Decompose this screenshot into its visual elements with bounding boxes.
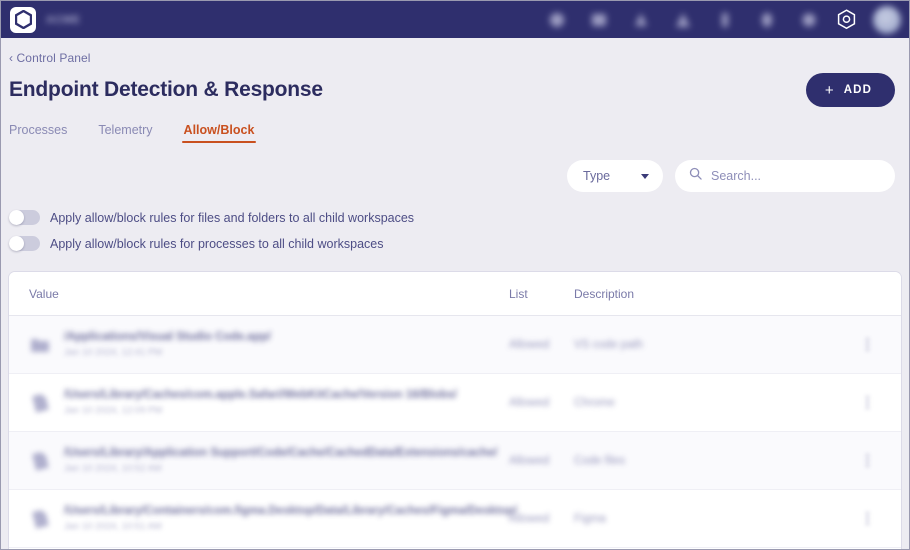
toggle-row-processes: Apply allow/block rules for processes to…	[9, 236, 909, 251]
nav-icon-4[interactable]	[673, 9, 693, 30]
kebab-dots	[865, 396, 869, 409]
cell-list: Allowed	[509, 396, 550, 409]
search-icon	[689, 167, 702, 185]
page-title-row: Endpoint Detection & Response + ADD	[1, 65, 909, 107]
nav-icon-3[interactable]	[631, 9, 651, 30]
cell-value: /Users/Library/Caches/com.apple.Safari/W…	[29, 389, 509, 416]
tab-processes[interactable]: Processes	[9, 123, 67, 143]
kebab-dots	[865, 338, 869, 351]
value-stack: /Applications/Visual Studio Code.app/ Ja…	[64, 331, 271, 358]
tab-telemetry[interactable]: Telemetry	[98, 123, 152, 143]
nav-icon-7[interactable]	[799, 9, 819, 30]
chevron-down-icon	[641, 173, 649, 179]
toggle-knob	[9, 210, 24, 225]
page-title: Endpoint Detection & Response	[9, 78, 323, 101]
kebab-menu-icon[interactable]	[847, 512, 887, 525]
file-icon	[29, 392, 51, 414]
top-nav-icon-group	[547, 9, 819, 30]
search-input[interactable]	[711, 169, 881, 183]
type-filter-dropdown[interactable]: Type	[567, 160, 663, 192]
toggle-files-folders[interactable]	[9, 210, 40, 225]
nav-icon-2[interactable]	[589, 9, 609, 30]
rule-value: /Users/Library/Caches/com.apple.Safari/W…	[64, 389, 457, 401]
kebab-dots	[865, 454, 869, 467]
kebab-menu-icon[interactable]	[847, 454, 887, 467]
column-header-list: List	[509, 286, 528, 301]
nav-icon-6[interactable]	[757, 9, 777, 30]
rule-value: /Users/Library/Application Support/Code/…	[64, 447, 498, 459]
rules-table: Value List Description /Applications/Vis…	[9, 272, 901, 549]
table-row[interactable]: /Users/Library/Containers/com.figma.Desk…	[9, 490, 901, 548]
cell-list: Allowed	[509, 454, 550, 467]
tab-bar: Processes Telemetry Allow/Block	[1, 107, 909, 143]
cell-description: Code files	[574, 454, 626, 467]
kebab-menu-icon[interactable]	[847, 338, 887, 351]
rule-value: /Applications/Visual Studio Code.app/	[64, 331, 271, 343]
rule-timestamp: Jan 10 2024, 10:52 AM	[64, 463, 162, 474]
value-stack: /Users/Library/Caches/com.apple.Safari/W…	[64, 389, 457, 416]
value-stack: /Users/Library/Containers/com.figma.Desk…	[64, 505, 518, 532]
cell-description: Figma	[574, 512, 606, 525]
tab-allow-block[interactable]: Allow/Block	[181, 123, 257, 143]
column-header-value: Value	[29, 286, 59, 301]
cell-value: /Users/Library/Containers/com.figma.Desk…	[29, 505, 518, 532]
add-button-label: ADD	[843, 84, 872, 96]
kebab-dots	[865, 512, 869, 525]
cell-list: Allowed	[509, 338, 550, 351]
file-icon	[29, 508, 51, 530]
kebab-menu-icon[interactable]	[847, 396, 887, 409]
toggle-files-folders-label: Apply allow/block rules for files and fo…	[50, 210, 415, 225]
toggle-processes-label: Apply allow/block rules for processes to…	[50, 236, 384, 251]
rule-value: /Users/Library/Containers/com.figma.Desk…	[64, 505, 518, 517]
application-window: ACME ‹ Control Panel Endpoint Detection …	[0, 0, 910, 550]
nav-icon-5[interactable]	[715, 9, 735, 30]
add-button[interactable]: + ADD	[805, 73, 895, 107]
column-header-description: Description	[574, 286, 635, 301]
table-header-row: Value List Description	[9, 272, 901, 316]
rule-timestamp: Jan 10 2024, 10:51 AM	[64, 521, 162, 532]
value-stack: /Users/Library/Application Support/Code/…	[64, 447, 497, 474]
brand-name: ACME	[46, 13, 81, 26]
table-row[interactable]: /Users/Library/Caches/com.apple.Safari/W…	[9, 374, 901, 432]
table-row[interactable]: /Applications/Visual Studio Code.app/ Ja…	[9, 316, 901, 374]
hexagon-logo-icon[interactable]	[10, 6, 36, 33]
brand-area[interactable]: ACME	[10, 6, 81, 33]
top-navigation-bar: ACME	[1, 1, 909, 38]
cell-list: Allowed	[509, 512, 550, 525]
plus-icon: +	[824, 81, 835, 99]
toggle-processes[interactable]	[9, 236, 40, 251]
search-box[interactable]	[675, 160, 895, 192]
page-content: ‹ Control Panel Endpoint Detection & Res…	[1, 38, 909, 549]
type-filter-label: Type	[583, 169, 611, 183]
cell-value: /Users/Library/Application Support/Code/…	[29, 447, 509, 474]
table-row[interactable]: /Users/Library/Application Support/Code/…	[9, 432, 901, 490]
filter-row: Type	[1, 143, 909, 192]
breadcrumb[interactable]: ‹ Control Panel	[1, 38, 909, 65]
cell-value: /Applications/Visual Studio Code.app/ Ja…	[29, 331, 509, 358]
toggle-knob	[9, 236, 24, 251]
cell-description: Chrome	[574, 396, 615, 409]
nav-icon-1[interactable]	[547, 9, 567, 30]
folder-icon	[29, 334, 51, 356]
rule-timestamp: Jan 10 2024, 12:41 PM	[64, 347, 163, 358]
hexagon-gear-icon[interactable]	[835, 9, 857, 31]
avatar[interactable]	[873, 5, 901, 34]
rule-timestamp: Jan 10 2024, 12:09 PM	[64, 405, 163, 416]
toggle-group: Apply allow/block rules for files and fo…	[1, 192, 909, 262]
cell-description: VS code path	[574, 338, 644, 351]
file-icon	[29, 450, 51, 472]
toggle-row-files-folders: Apply allow/block rules for files and fo…	[9, 210, 909, 225]
